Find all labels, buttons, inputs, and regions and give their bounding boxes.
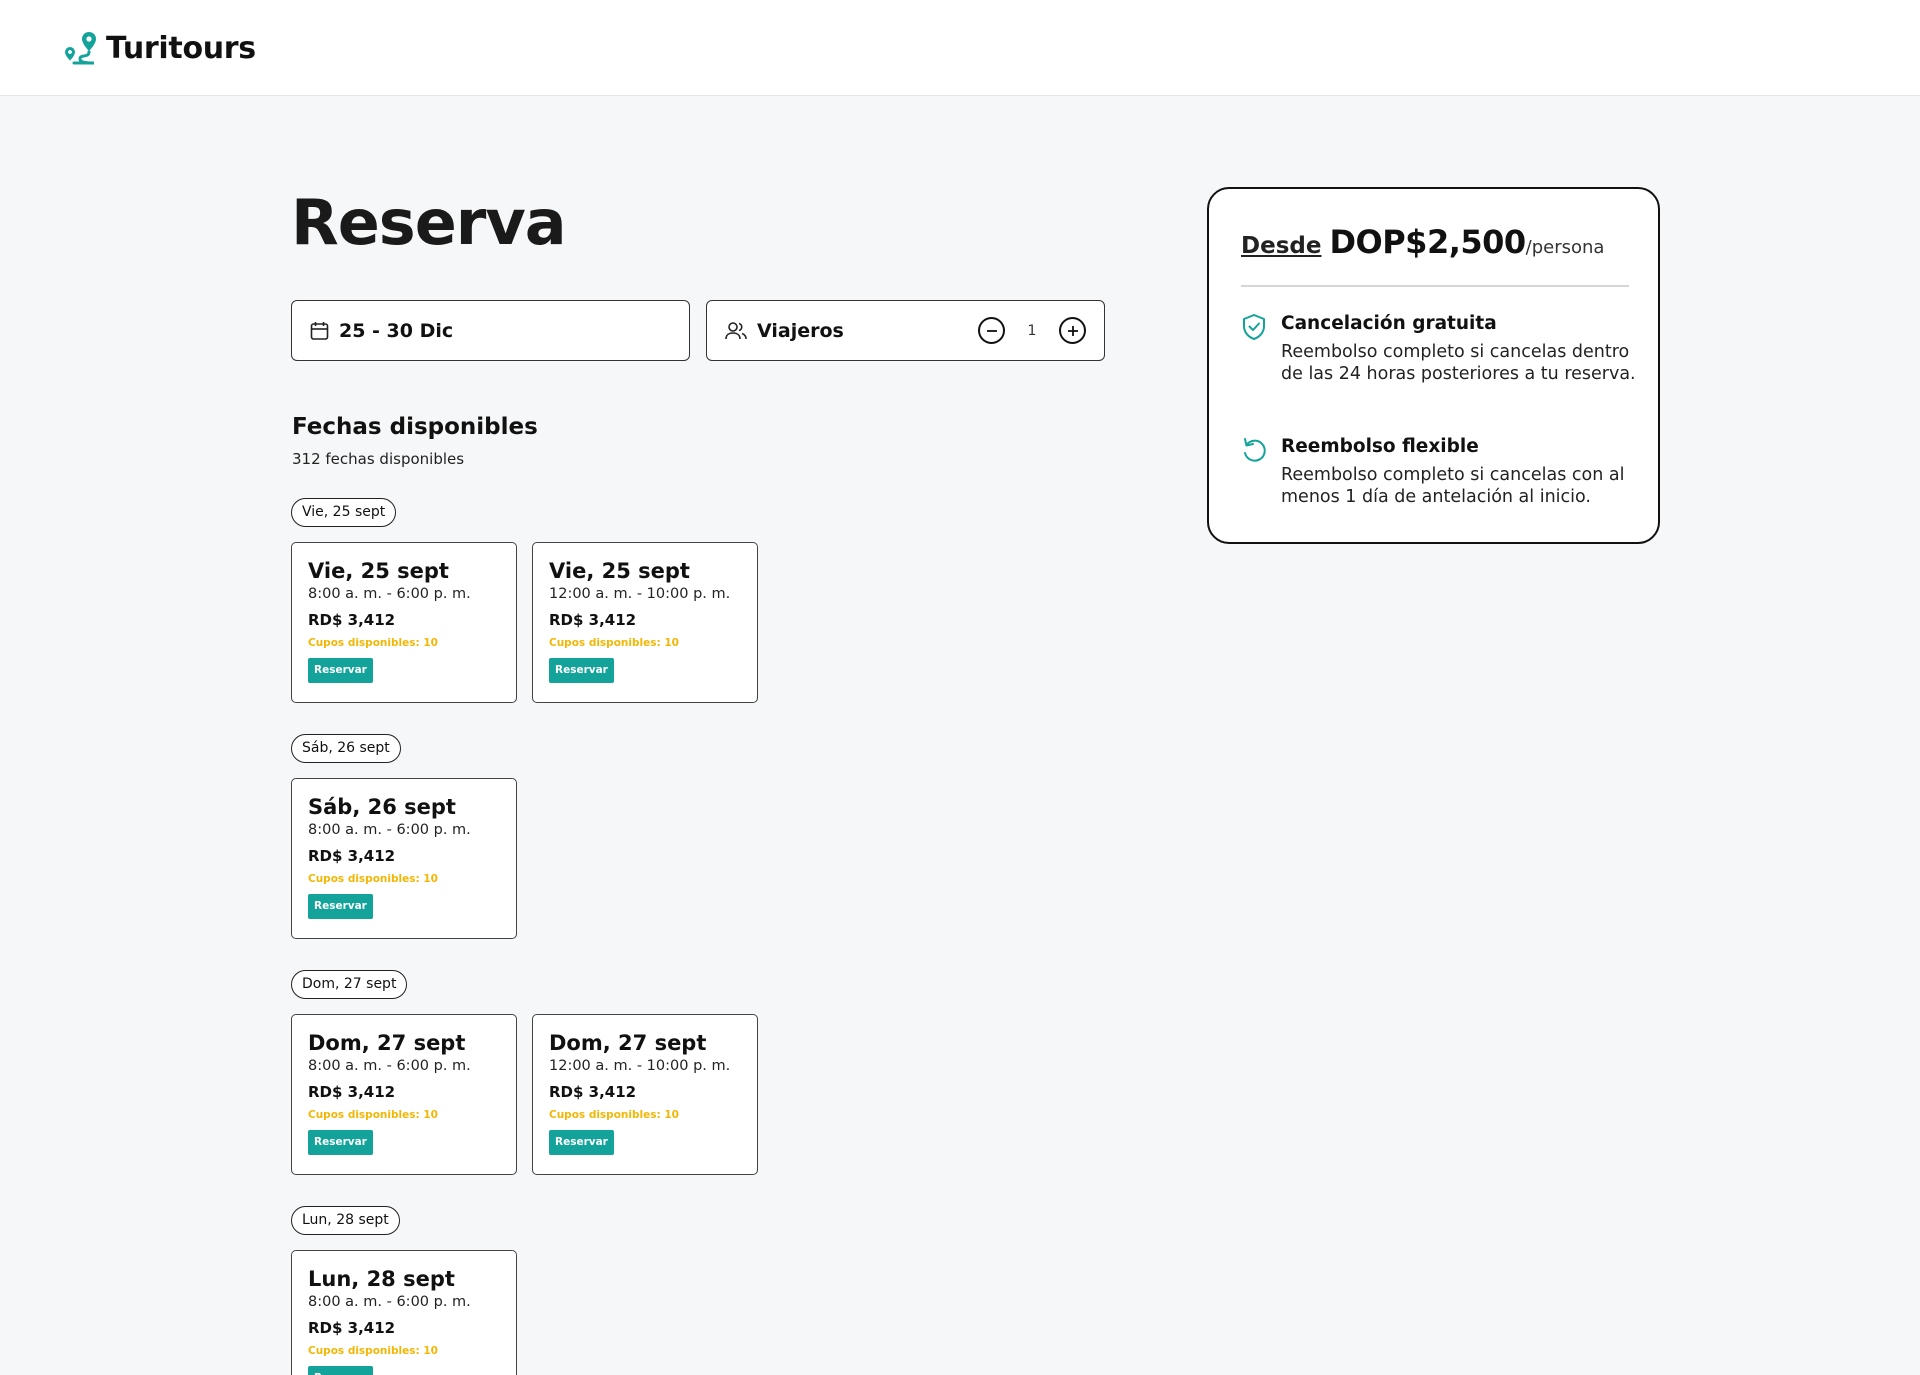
divider — [1241, 285, 1629, 287]
travelers-stepper: 1 — [978, 317, 1086, 344]
slot-card: Vie, 25 sept 12:00 a. m. - 10:00 p. m. R… — [532, 542, 758, 703]
slot-card: Dom, 27 sept 12:00 a. m. - 10:00 p. m. R… — [532, 1014, 758, 1175]
slot-availability: Cupos disponibles: 10 — [308, 637, 438, 649]
slot-card: Lun, 28 sept 8:00 a. m. - 6:00 p. m. RD$… — [291, 1250, 517, 1375]
date-chip: Vie, 25 sept — [291, 498, 397, 527]
reserve-button[interactable]: Reservar — [308, 894, 373, 919]
price-amount: DOP$2,500 — [1329, 223, 1526, 261]
reserve-button[interactable]: Reservar — [308, 658, 373, 683]
slot-price: RD$ 3,412 — [308, 611, 396, 629]
users-icon — [725, 321, 747, 339]
feature-description: Reembolso completo si cancelas dentro de… — [1281, 342, 1636, 384]
slot-availability: Cupos disponibles: 10 — [308, 873, 438, 885]
slot-card: Sáb, 26 sept 8:00 a. m. - 6:00 p. m. RD$… — [291, 778, 517, 939]
top-header: Turitours — [0, 0, 1920, 96]
slot-date: Dom, 27 sept — [549, 1031, 707, 1055]
plus-icon — [1067, 325, 1078, 336]
page-title: Reserva — [291, 186, 567, 259]
slot-time: 8:00 a. m. - 6:00 p. m. — [308, 822, 471, 838]
reserve-button[interactable]: Reservar — [308, 1366, 373, 1375]
slot-time: 8:00 a. m. - 6:00 p. m. — [308, 586, 471, 602]
date-range-value: 25 - 30 Dic — [339, 319, 454, 342]
slot-time: 8:00 a. m. - 6:00 p. m. — [308, 1058, 471, 1074]
price-summary-panel: Desde DOP$2,500 /persona Cancelación gra… — [1207, 187, 1660, 544]
feature-title: Cancelación gratuita — [1281, 313, 1497, 334]
slot-date: Lun, 28 sept — [308, 1267, 455, 1291]
travelers-count: 1 — [1027, 322, 1037, 339]
slot-time: 12:00 a. m. - 10:00 p. m. — [549, 586, 731, 602]
slot-date: Vie, 25 sept — [549, 559, 690, 583]
brand-name: Turitours — [106, 30, 256, 66]
price-line: Desde DOP$2,500 /persona — [1241, 223, 1604, 261]
feature-title: Reembolso flexible — [1281, 436, 1479, 457]
travelers-selector: Viajeros 1 — [706, 300, 1105, 361]
reserve-button[interactable]: Reservar — [308, 1130, 373, 1155]
slot-price: RD$ 3,412 — [308, 1083, 396, 1101]
desde-label[interactable]: Desde — [1241, 233, 1321, 259]
slot-availability: Cupos disponibles: 10 — [308, 1109, 438, 1121]
travelers-label: Viajeros — [757, 319, 844, 342]
decrement-button[interactable] — [978, 317, 1005, 344]
slot-time: 12:00 a. m. - 10:00 p. m. — [549, 1058, 731, 1074]
available-dates-count: 312 fechas disponibles — [292, 450, 465, 468]
slot-availability: Cupos disponibles: 10 — [308, 1345, 438, 1357]
feature-description: Reembolso completo si cancelas con al me… — [1281, 465, 1625, 507]
date-chip: Dom, 27 sept — [291, 970, 408, 999]
slot-price: RD$ 3,412 — [308, 1319, 396, 1337]
date-chip: Sáb, 26 sept — [291, 734, 401, 763]
price-unit: /persona — [1525, 237, 1605, 258]
slot-availability: Cupos disponibles: 10 — [549, 637, 679, 649]
slot-price: RD$ 3,412 — [308, 847, 396, 865]
calendar-icon — [310, 321, 329, 340]
slot-price: RD$ 3,412 — [549, 1083, 637, 1101]
slot-card: Dom, 27 sept 8:00 a. m. - 6:00 p. m. RD$… — [291, 1014, 517, 1175]
date-chip: Lun, 28 sept — [291, 1206, 400, 1235]
map-pin-route-icon — [65, 32, 96, 65]
reserve-button[interactable]: Reservar — [549, 658, 614, 683]
available-dates-title: Fechas disponibles — [292, 414, 538, 440]
slot-card: Vie, 25 sept 8:00 a. m. - 6:00 p. m. RD$… — [291, 542, 517, 703]
shield-check-icon — [1243, 314, 1265, 340]
date-range-picker[interactable]: 25 - 30 Dic — [291, 300, 690, 361]
slot-date: Dom, 27 sept — [308, 1031, 466, 1055]
brand-logo[interactable]: Turitours — [60, 28, 256, 68]
slot-time: 8:00 a. m. - 6:00 p. m. — [308, 1294, 471, 1310]
reserve-button[interactable]: Reservar — [549, 1130, 614, 1155]
slot-price: RD$ 3,412 — [549, 611, 637, 629]
refresh-icon — [1244, 438, 1266, 462]
slot-date: Sáb, 26 sept — [308, 795, 456, 819]
increment-button[interactable] — [1059, 317, 1086, 344]
slot-availability: Cupos disponibles: 10 — [549, 1109, 679, 1121]
minus-icon — [986, 329, 997, 332]
slot-date: Vie, 25 sept — [308, 559, 449, 583]
